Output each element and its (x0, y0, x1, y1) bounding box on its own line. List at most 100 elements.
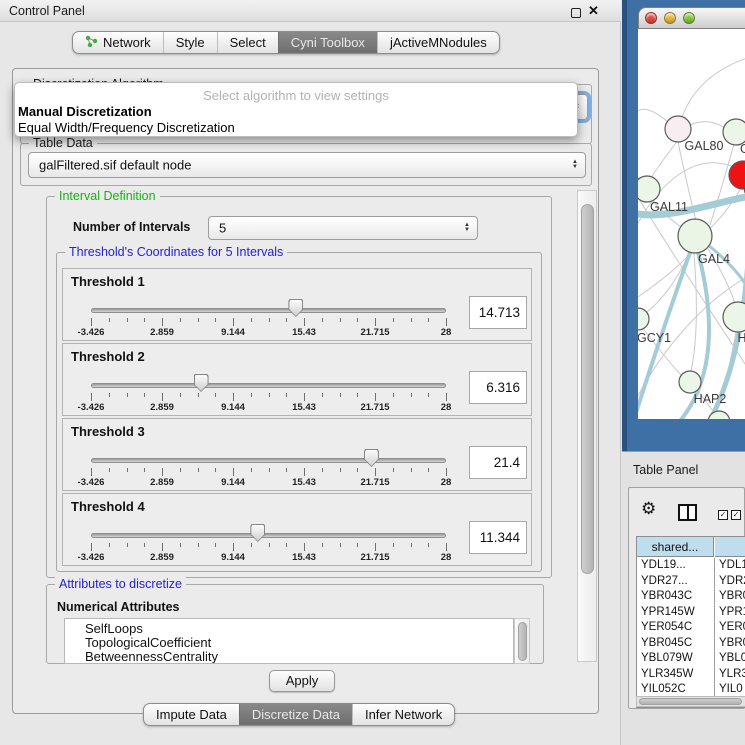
table-row[interactable]: YDL19... YDL1 (637, 558, 745, 574)
algorithm-dropdown-popup: Select algorithm to view settings Manual… (14, 82, 578, 137)
zoom-traffic-light[interactable] (683, 12, 695, 24)
network-node[interactable] (723, 302, 745, 332)
threshold-slider-thumb[interactable] (288, 299, 303, 317)
slider-tick-mark (180, 543, 181, 547)
table-cell-shared-name[interactable]: YIL052C (641, 683, 713, 695)
number-of-intervals-combobox[interactable]: 5 ▲▼ (208, 216, 478, 240)
table-cell-name[interactable]: YBL0 (719, 652, 745, 664)
tab-network[interactable]: Network (73, 32, 163, 53)
scrollbar-thumb[interactable] (518, 622, 527, 661)
slider-tick-mark (233, 393, 234, 401)
table-cell-name[interactable]: YDL1 (719, 559, 745, 571)
network-node[interactable] (679, 371, 701, 393)
table-cell-shared-name[interactable]: YLR345W (641, 668, 713, 680)
slider-tick-mark (446, 318, 447, 326)
tab-cyni-toolbox[interactable]: Cyni Toolbox (278, 32, 377, 53)
threshold-value-field[interactable]: 6.316 (469, 371, 527, 404)
dropdown-option-manual-discretization[interactable]: Manual Discretization (18, 104, 152, 119)
table-cell-shared-name[interactable]: YBL079W (641, 652, 713, 664)
slider-tick-mark (269, 393, 270, 397)
table-data-combobox[interactable]: galFiltered.sif default node ▲▼ (28, 152, 586, 178)
list-item[interactable]: BetweennessCentrality (85, 649, 218, 664)
table-row[interactable]: YBL079W YBL0 (637, 651, 745, 667)
table-row[interactable]: YPR145W YPR1 (637, 605, 745, 621)
network-edge[interactable] (690, 122, 725, 128)
table-row[interactable]: YDR27... YDR2 (637, 574, 745, 590)
network-node[interactable] (678, 219, 712, 253)
select-columns-checkbox-icon[interactable]: ✓ (718, 510, 728, 520)
table-cell-name[interactable]: YPR1 (719, 606, 745, 618)
network-canvas[interactable]: GAL80GACGAL11GAL4GCY1HHAP2 (638, 29, 745, 419)
dropdown-option-equal-width-frequency[interactable]: Equal Width/Frequency Discretization (18, 120, 235, 135)
tab-jactivemnodules[interactable]: jActiveMNodules (377, 32, 499, 53)
slider-tick-mark (162, 543, 163, 551)
threshold-slider-track[interactable] (91, 383, 446, 388)
network-node-label: HAP2 (694, 392, 727, 406)
slider-tick-mark (393, 318, 394, 322)
table-cell-name[interactable]: YLR3 (719, 668, 745, 680)
table-cell-name[interactable]: YBR0 (719, 590, 745, 602)
threshold-slider-track[interactable] (91, 458, 446, 463)
threshold-row: Threshold 3-3.4262.8599.14415.4321.71528… (62, 418, 532, 491)
main-vertical-scrollbar[interactable] (577, 190, 597, 662)
close-traffic-light[interactable] (645, 12, 657, 24)
table-row[interactable]: YLR345W YLR3 (637, 667, 745, 683)
table-cell-shared-name[interactable]: YDL19... (641, 559, 713, 571)
node-table[interactable]: shared... n YDL19... YDL1 YDR27... YDR2 YBR0… (636, 536, 745, 708)
attributes-list-scrollbar[interactable] (514, 618, 530, 664)
table-cell-shared-name[interactable]: YDR27... (641, 575, 713, 587)
select-columns-checkbox-icon[interactable]: ✓ (731, 510, 741, 520)
table-cell-shared-name[interactable]: YBR045C (641, 637, 713, 649)
list-item[interactable]: SelfLoops (85, 621, 143, 636)
threshold-slider-thumb[interactable] (194, 374, 209, 392)
scrollbar-thumb[interactable] (639, 698, 742, 705)
column-header-shared-name[interactable]: shared... (637, 537, 714, 557)
tab-impute-data[interactable]: Impute Data (144, 704, 239, 725)
numerical-attributes-list[interactable]: SelfLoopsTopologicalCoefficientBetweenne… (64, 618, 514, 664)
column-header-name[interactable]: n (715, 537, 745, 557)
minimize-traffic-light[interactable] (664, 12, 676, 24)
slider-tick-mark (198, 468, 199, 472)
table-horizontal-scrollbar[interactable] (636, 696, 745, 707)
network-node-label: GAL11 (650, 200, 688, 214)
scrollbar-thumb[interactable] (581, 204, 594, 574)
network-edge[interactable] (691, 253, 696, 371)
float-window-icon[interactable] (571, 8, 581, 18)
table-row[interactable]: YBR043C YBR0 (637, 589, 745, 605)
table-row[interactable]: YER054C YER0 (637, 620, 745, 636)
settings-gear-icon[interactable]: ⚙ (641, 500, 656, 517)
table-cell-name[interactable]: YBR0 (719, 637, 745, 649)
threshold-value-field[interactable]: 11.344 (469, 521, 527, 554)
dropdown-placeholder: Select algorithm to view settings (15, 88, 577, 103)
table-cell-name[interactable]: YER0 (719, 621, 745, 633)
network-node[interactable] (708, 411, 730, 419)
network-edge[interactable] (638, 109, 668, 159)
table-cell-shared-name[interactable]: YBR043C (641, 590, 713, 602)
table-row[interactable]: YBR045C YBR0 (637, 636, 745, 652)
network-node[interactable] (638, 176, 660, 202)
table-cell-shared-name[interactable]: YER054C (641, 621, 713, 633)
tab-style[interactable]: Style (163, 32, 217, 53)
network-edge[interactable] (650, 140, 678, 179)
network-edge[interactable] (710, 188, 741, 228)
threshold-slider-thumb[interactable] (250, 524, 265, 542)
table-cell-shared-name[interactable]: YPR145W (641, 606, 713, 618)
list-item[interactable]: TopologicalCoefficient (85, 635, 211, 650)
apply-button[interactable]: Apply (269, 670, 335, 692)
threshold-value-field[interactable]: 14.713 (469, 296, 527, 329)
slider-tick-mark (446, 468, 447, 476)
threshold-value-field[interactable]: 21.4 (469, 446, 527, 479)
tab-discretize-data[interactable]: Discretize Data (239, 704, 352, 725)
table-cell-name[interactable]: YIL0 (719, 683, 743, 695)
close-icon[interactable]: ✕ (588, 3, 599, 19)
threshold-slider-track[interactable] (91, 308, 446, 313)
threshold-slider-thumb[interactable] (364, 449, 379, 467)
split-columns-icon[interactable] (678, 504, 697, 521)
tab-infer-network[interactable]: Infer Network (352, 704, 454, 725)
table-cell-name[interactable]: YDR2 (719, 575, 745, 587)
network-edge[interactable] (682, 57, 745, 117)
number-of-intervals-label: Number of Intervals (73, 220, 190, 234)
network-edge[interactable] (710, 144, 734, 225)
tab-select[interactable]: Select (217, 32, 278, 53)
threshold-slider-track[interactable] (91, 533, 446, 538)
